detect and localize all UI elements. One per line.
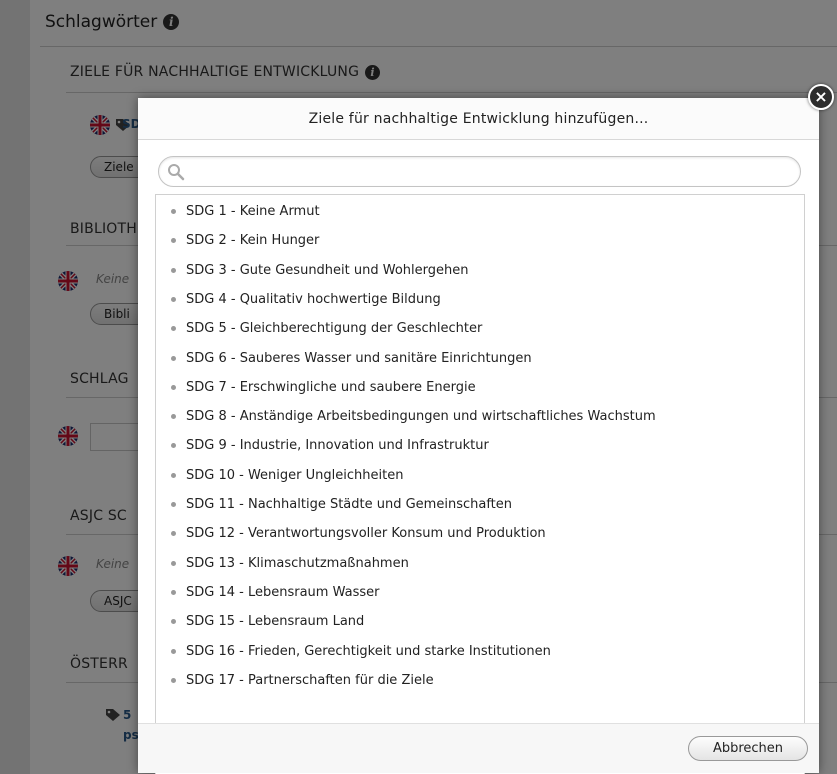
list-item-label: SDG 13 - Klimaschutzmaßnahmen: [186, 555, 409, 571]
list-item[interactable]: SDG 7 - Erschwingliche und saubere Energ…: [156, 373, 804, 402]
list-item[interactable]: SDG 2 - Kein Hunger: [156, 226, 804, 255]
list-item[interactable]: SDG 5 - Gleichberechtigung der Geschlech…: [156, 314, 804, 343]
list-item-label: SDG 2 - Kein Hunger: [186, 233, 320, 249]
list-item[interactable]: SDG 15 - Lebensraum Land: [156, 607, 804, 636]
list-item-label: SDG 15 - Lebensraum Land: [186, 614, 365, 630]
bullet-icon: [171, 443, 176, 449]
list-item[interactable]: SDG 16 - Frieden, Gerechtigkeit und star…: [156, 637, 804, 666]
bullet-icon: [171, 648, 176, 654]
bullet-icon: [171, 296, 176, 302]
list-item-label: SDG 1 - Keine Armut: [186, 204, 320, 219]
list-item[interactable]: SDG 17 - Partnerschaften für die Ziele: [156, 666, 804, 695]
sdg-picker-dialog: Ziele für nachhaltige Entwicklung hinzuf…: [138, 98, 819, 774]
dialog-footer: Abbrechen: [138, 723, 819, 773]
list-item[interactable]: SDG 6 - Sauberes Wasser und sanitäre Ein…: [156, 344, 804, 373]
bullet-icon: [171, 267, 176, 273]
list-item-label: SDG 14 - Lebensraum Wasser: [186, 584, 380, 600]
list-item-label: SDG 5 - Gleichberechtigung der Geschlech…: [186, 321, 483, 337]
bullet-icon: [171, 414, 176, 420]
search-input[interactable]: [189, 161, 789, 183]
list-item-label: SDG 10 - Weniger Ungleichheiten: [186, 467, 404, 483]
list-item-label: SDG 16 - Frieden, Gerechtigkeit und star…: [186, 643, 551, 659]
search-field[interactable]: [158, 156, 801, 187]
list-item[interactable]: SDG 13 - Klimaschutzmaßnahmen: [156, 549, 804, 578]
list-item[interactable]: SDG 12 - Verantwortungsvoller Konsum und…: [156, 519, 804, 548]
bullet-icon: [171, 472, 176, 478]
list-item-label: SDG 17 - Partnerschaften für die Ziele: [186, 672, 434, 688]
bullet-icon: [171, 502, 176, 507]
cancel-button[interactable]: Abbrechen: [688, 736, 808, 761]
list-item-label: SDG 9 - Industrie, Innovation und Infras…: [186, 438, 489, 454]
list-item-label: SDG 12 - Verantwortungsvoller Konsum und…: [186, 526, 546, 542]
list-item-label: SDG 3 - Gute Gesundheit und Wohlergehen: [186, 262, 469, 278]
list-item[interactable]: SDG 14 - Lebensraum Wasser: [156, 578, 804, 607]
list-item[interactable]: SDG 8 - Anständige Arbeitsbedingungen un…: [156, 402, 804, 431]
list-item-label: SDG 6 - Sauberes Wasser und sanitäre Ein…: [186, 350, 532, 366]
dialog-title: Ziele für nachhaltige Entwicklung hinzuf…: [138, 98, 819, 140]
search-icon: [168, 164, 185, 181]
bullet-icon: [171, 209, 176, 214]
bullet-icon: [171, 531, 176, 537]
bullet-icon: [171, 619, 176, 625]
bullet-icon: [171, 355, 176, 361]
list-item-label: SDG 11 - Nachhaltige Städte und Gemeinsc…: [186, 497, 513, 512]
list-item-label: SDG 4 - Qualitativ hochwertige Bildung: [186, 291, 441, 307]
list-item-label: SDG 7 - Erschwingliche und saubere Energ…: [186, 379, 476, 395]
bullet-icon: [171, 238, 176, 244]
list-item[interactable]: SDG 4 - Qualitativ hochwertige Bildung: [156, 285, 804, 314]
bullet-icon: [171, 326, 176, 332]
bullet-icon: [171, 589, 176, 595]
list-item-label: SDG 8 - Anständige Arbeitsbedingungen un…: [186, 409, 656, 425]
bullet-icon: [171, 384, 176, 390]
list-item[interactable]: SDG 3 - Gute Gesundheit und Wohlergehen: [156, 256, 804, 285]
bullet-icon: [171, 677, 176, 683]
bullet-icon: [171, 560, 176, 566]
list-item[interactable]: SDG 1 - Keine Armut: [156, 197, 804, 226]
list-item[interactable]: SDG 11 - Nachhaltige Städte und Gemeinsc…: [156, 490, 804, 519]
list-item[interactable]: SDG 10 - Weniger Ungleichheiten: [156, 461, 804, 490]
sdg-list: SDG 1 - Keine Armut SDG 2 - Kein Hunger SD…: [155, 194, 805, 774]
list-item[interactable]: SDG 9 - Industrie, Innovation und Infras…: [156, 431, 804, 460]
close-icon[interactable]: ×: [808, 84, 834, 110]
